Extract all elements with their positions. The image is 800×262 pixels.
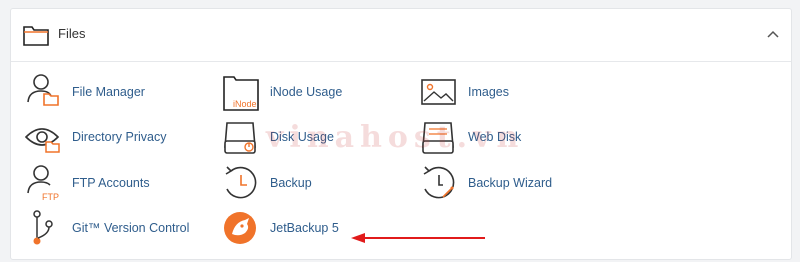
annotation-arrow	[351, 233, 485, 243]
chevron-up-icon[interactable]	[767, 29, 779, 39]
backup-icon	[225, 166, 257, 199]
git-version-control-label: Git™ Version Control	[72, 221, 190, 235]
ftp-accounts-label: FTP Accounts	[72, 176, 150, 190]
backup-wizard-icon	[423, 166, 455, 199]
file-manager-icon	[27, 74, 59, 106]
jetbackup-label: JetBackup 5	[270, 221, 339, 235]
ftp-accounts-icon: FTP	[27, 165, 59, 202]
images-icon	[421, 79, 456, 105]
watermark: vinahost.vn	[266, 120, 525, 155]
panel-title: Files	[58, 26, 86, 41]
file-manager-label: File Manager	[72, 85, 145, 99]
backup-label: Backup	[270, 176, 312, 190]
files-panel-header[interactable]: Files	[11, 9, 791, 62]
inode-usage-label: iNode Usage	[270, 85, 343, 99]
git-version-control-icon	[33, 210, 53, 245]
images-label: Images	[468, 85, 509, 99]
inode-icon-text: iNode	[233, 99, 257, 109]
disk-usage-icon	[224, 122, 256, 154]
directory-privacy-icon	[25, 128, 60, 153]
folder-icon	[23, 26, 49, 46]
ftp-icon-text: FTP	[42, 192, 59, 202]
backup-wizard-label: Backup Wizard	[468, 176, 553, 190]
directory-privacy-label: Directory Privacy	[72, 130, 167, 144]
jetbackup-icon	[224, 212, 256, 244]
inode-usage-icon: iNode	[223, 76, 259, 111]
